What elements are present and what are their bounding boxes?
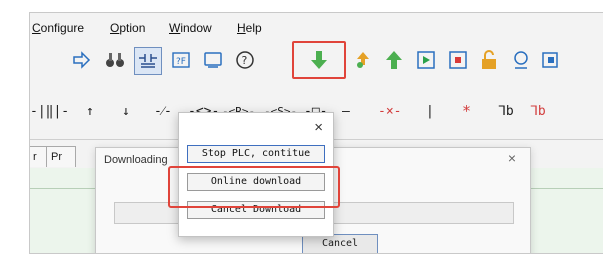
rising-edge-icon[interactable]: ↑ (86, 101, 94, 121)
menu-option-mnemonic: O (110, 21, 120, 35)
menu-configure[interactable]: Configure (32, 21, 84, 35)
parallel-contact-icon[interactable]: -|‖|- (30, 101, 69, 121)
menu-option-rest: ption (119, 21, 146, 35)
delete-branch-icon[interactable]: ᒣb (530, 101, 546, 121)
horizontal-line-icon[interactable]: — (342, 101, 350, 121)
tab-program[interactable]: Pr (46, 146, 76, 167)
diagnostic-icon[interactable] (508, 47, 534, 73)
menu-configure-mnemonic: C (32, 21, 41, 35)
unlock-icon[interactable] (476, 47, 502, 73)
download-highlight (292, 41, 346, 79)
plc-editor-window: Configure Option Window Help ?F ? -|‖|- … (29, 12, 603, 254)
vertical-bar-icon[interactable]: | (426, 101, 434, 121)
delete-line-icon[interactable]: -×- (378, 101, 401, 121)
online-download-highlight (168, 166, 340, 208)
monitor-icon[interactable] (200, 47, 226, 73)
cancel-button[interactable]: Cancel (302, 234, 378, 253)
menu-window[interactable]: Window (169, 21, 212, 35)
menu-window-mnemonic: W (169, 21, 181, 35)
arrow-right-icon[interactable] (68, 47, 94, 73)
delete-vertical-icon[interactable]: * (462, 101, 471, 121)
falling-edge-icon[interactable]: ↓ (122, 101, 130, 121)
menu-option[interactable]: Option (110, 21, 145, 35)
downloading-dialog-title: Downloading (104, 154, 168, 166)
popup-close-button[interactable]: × (314, 119, 323, 136)
svg-text:?: ? (242, 54, 248, 67)
downloading-dialog-close-button[interactable]: × (508, 150, 516, 166)
menu-help-mnemonic: H (237, 21, 246, 35)
binoculars-icon[interactable] (102, 47, 128, 73)
svg-text:?F: ?F (176, 57, 186, 67)
menu-help[interactable]: Help (237, 21, 262, 35)
vertical-line-icon[interactable]: -⁄- (154, 101, 172, 121)
menu-bar: Configure Option Window Help (30, 13, 603, 39)
upload-icon[interactable] (381, 47, 407, 73)
menu-configure-rest: onfigure (40, 21, 85, 35)
stop-icon[interactable] (445, 47, 471, 73)
stop-plc-continue-button[interactable]: Stop PLC, contitue (187, 145, 325, 163)
help-icon[interactable]: ? (232, 47, 258, 73)
menu-help-rest: elp (245, 21, 262, 35)
more-icon[interactable] (538, 47, 564, 73)
branch-icon[interactable]: ᒣb (498, 101, 514, 121)
screenshot-root: Configure Option Window Help ?F ? -|‖|- … (0, 0, 603, 263)
find-replace-icon[interactable]: ?F (168, 47, 194, 73)
menu-window-rest: indow (180, 21, 212, 35)
upload-lock-icon[interactable] (350, 47, 376, 73)
ladder-contact-icon[interactable] (134, 47, 162, 75)
run-icon[interactable] (413, 47, 439, 73)
